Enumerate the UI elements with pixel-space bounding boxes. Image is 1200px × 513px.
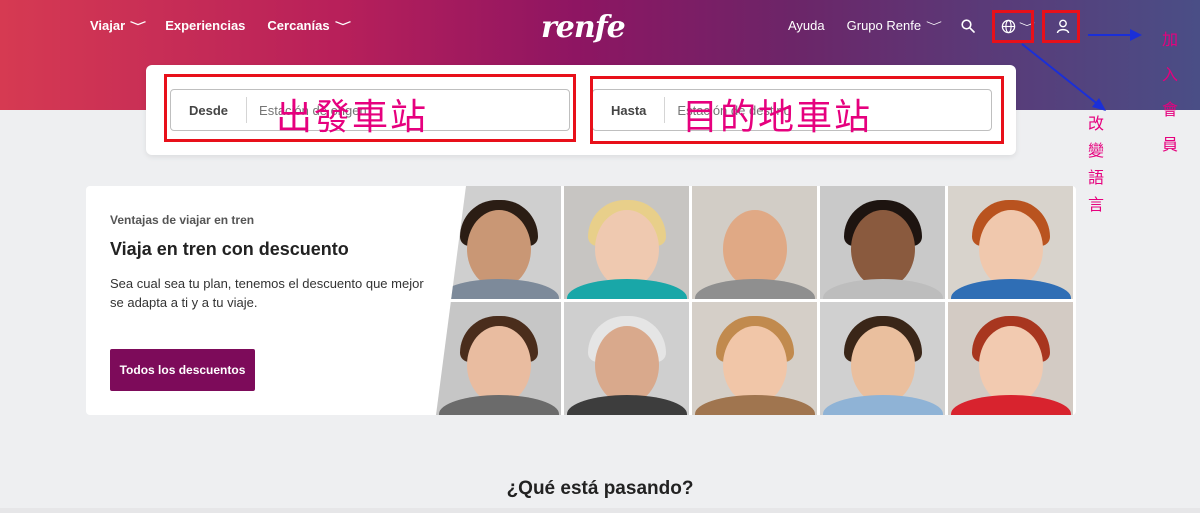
nav-item-cercanias[interactable]: Cercanías ﹀ <box>267 18 350 33</box>
language-selector[interactable]: ﹀ <box>996 12 1036 40</box>
promo-description: Sea cual sea tu plan, tenemos el descuen… <box>110 276 424 310</box>
search-card: Desde Hasta <box>146 65 1016 155</box>
origin-label: Desde <box>171 97 248 123</box>
nav-item-experiencias[interactable]: Experiencias <box>165 18 245 33</box>
promo-title: Viaja en tren con descuento <box>110 239 349 259</box>
people-photo-grid <box>436 186 1076 415</box>
person-photo <box>564 186 689 299</box>
promo-eyebrow: Ventajas de viajar en tren <box>110 213 255 227</box>
chevron-down-icon: ﹀ <box>926 22 943 33</box>
nav-item-grupo-renfe[interactable]: Grupo Renfe ﹀ <box>846 18 943 33</box>
globe-icon <box>1001 19 1015 33</box>
user-account-button[interactable] <box>1050 12 1076 40</box>
origin-field[interactable]: Desde <box>170 89 570 131</box>
nav-item-label: Grupo Renfe <box>846 18 922 33</box>
search-icon <box>961 19 975 33</box>
user-icon <box>1056 19 1070 33</box>
destination-input[interactable] <box>665 102 991 118</box>
person-photo <box>820 302 945 415</box>
nav-item-ayuda[interactable]: Ayuda <box>788 18 825 33</box>
annotation-text-language: 改變語言 <box>1088 114 1105 214</box>
chevron-down-icon: ﹀ <box>130 22 147 33</box>
person-photo <box>948 302 1073 415</box>
nav-item-label: Viajar <box>90 18 126 33</box>
section-title: ¿Qué está pasando? <box>506 478 694 499</box>
person-photo <box>564 302 689 415</box>
person-photo <box>436 186 561 299</box>
person-photo <box>820 186 945 299</box>
person-photo <box>436 302 561 415</box>
person-photo <box>948 186 1073 299</box>
chevron-down-icon: ﹀ <box>334 22 351 33</box>
secondary-nav: Ayuda Grupo Renfe ﹀ <box>788 18 943 33</box>
destination-label: Hasta <box>593 97 666 123</box>
renfe-logo[interactable]: renfe <box>541 10 626 45</box>
origin-input[interactable] <box>247 102 569 118</box>
chevron-down-icon: ﹀ <box>1018 22 1035 34</box>
nav-item-label: Cercanías <box>267 18 330 33</box>
nav-item-viajar[interactable]: Viajar ﹀ <box>90 18 147 33</box>
primary-nav: Viajar ﹀ Experiencias Cercanías ﹀ <box>90 18 351 33</box>
person-photo <box>692 186 817 299</box>
nav-item-label: Experiencias <box>165 18 246 33</box>
content-strip <box>0 508 1200 513</box>
all-discounts-button[interactable]: Todos los descuentos <box>110 349 255 391</box>
person-photo <box>692 302 817 415</box>
destination-field[interactable]: Hasta <box>592 89 992 131</box>
discount-promo-card: Ventajas de viajar en tren Viaja en tren… <box>86 186 1076 415</box>
search-button[interactable] <box>958 12 978 40</box>
